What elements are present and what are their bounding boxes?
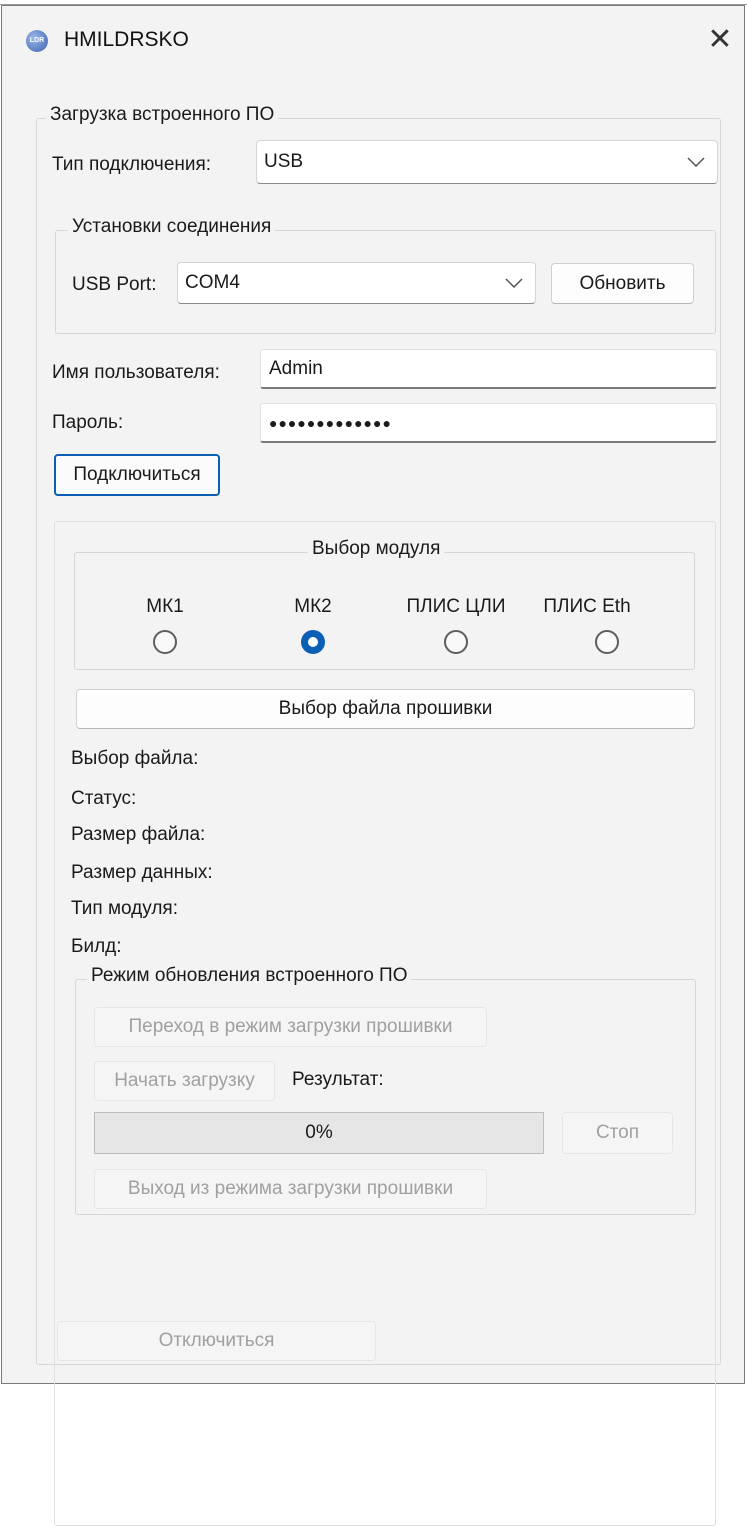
password-label: Пароль: — [52, 412, 124, 433]
close-icon: ✕ — [707, 23, 733, 56]
window-title: HMILDRSKO — [64, 28, 189, 51]
module-type-label: Тип модуля: — [71, 898, 178, 919]
start-upload-button[interactable]: Начать загрузку — [94, 1061, 275, 1101]
connect-button[interactable]: Подключиться — [54, 454, 220, 496]
usb-port-select[interactable]: COM4 — [177, 262, 536, 304]
connection-settings-title: Установки соединения — [68, 216, 276, 238]
username-field[interactable]: Admin — [260, 349, 717, 389]
close-button[interactable]: ✕ — [698, 20, 742, 60]
password-field[interactable]: ●●●●●●●●●●●●● — [260, 403, 717, 443]
data-size-label: Размер данных: — [71, 862, 213, 883]
username-label: Имя пользователя: — [52, 362, 220, 383]
refresh-button[interactable]: Обновить — [551, 263, 694, 304]
app-logo-icon: LDR — [26, 30, 48, 52]
select-firmware-file-button[interactable]: Выбор файла прошивки — [76, 689, 695, 729]
radio-label-mk1: МК1 — [146, 596, 184, 617]
selected-file-label: Выбор файла: — [71, 748, 199, 769]
radio-label-plis-eth: ПЛИС Eth — [543, 596, 631, 617]
connection-type-value: USB — [264, 151, 304, 172]
radio-plis-eth[interactable] — [595, 630, 619, 654]
module-select-title: Выбор модуля — [308, 538, 445, 560]
update-mode-title: Режим обновления встроенного ПО — [87, 965, 412, 987]
enter-bootloader-button[interactable]: Переход в режим загрузки прошивки — [94, 1007, 487, 1047]
username-value: Admin — [269, 357, 323, 379]
firmware-upload-group-title: Загрузка встроенного ПО — [46, 104, 279, 126]
usb-port-label: USB Port: — [72, 274, 157, 295]
radio-plis-tsli[interactable] — [444, 630, 468, 654]
connection-type-label: Тип подключения: — [52, 154, 212, 175]
dialog-window: LDR HMILDRSKO ✕ Загрузка встроенного ПО … — [1, 5, 745, 1526]
file-size-label: Размер файла: — [71, 824, 206, 845]
stop-button[interactable]: Стоп — [562, 1112, 673, 1154]
usb-port-value: COM4 — [185, 272, 240, 293]
chevron-down-icon — [687, 157, 705, 167]
status-label: Статус: — [71, 788, 137, 809]
radio-mk2[interactable] — [301, 630, 325, 654]
radio-mk1[interactable] — [153, 630, 177, 654]
connection-type-select[interactable]: USB — [256, 140, 718, 184]
disconnect-button[interactable]: Отключиться — [57, 1321, 376, 1361]
chevron-down-icon — [505, 278, 523, 288]
build-label: Билд: — [71, 936, 122, 957]
radio-label-mk2: МК2 — [294, 596, 332, 617]
progress-percent: 0% — [305, 1122, 333, 1143]
title-bar[interactable]: LDR HMILDRSKO ✕ — [2, 6, 744, 74]
upload-progress-bar: 0% — [94, 1112, 544, 1154]
result-label: Результат: — [292, 1069, 384, 1090]
exit-bootloader-button[interactable]: Выход из режима загрузки прошивки — [94, 1169, 487, 1209]
radio-label-plis-tsli: ПЛИС ЦЛИ — [406, 596, 506, 617]
password-value: ●●●●●●●●●●●●● — [269, 414, 392, 431]
